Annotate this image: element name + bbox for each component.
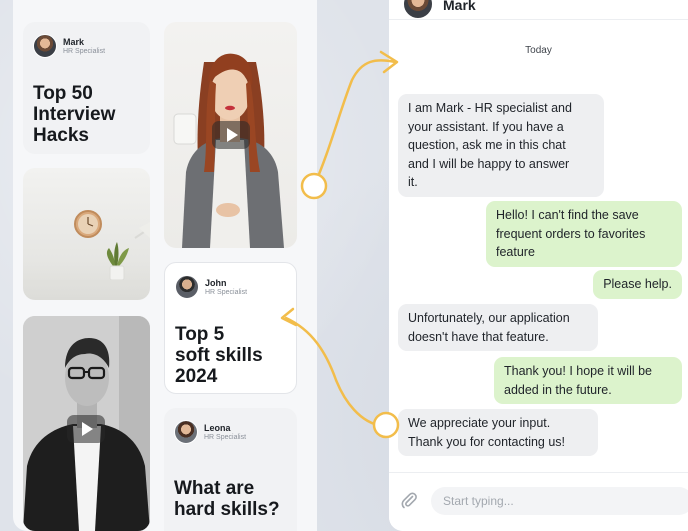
card-title-line: soft skills: [175, 345, 263, 366]
card-title-line: What are: [174, 478, 255, 499]
avatar: [175, 275, 199, 299]
card-title: What are hard skills?: [174, 478, 287, 520]
message-input[interactable]: [431, 487, 688, 515]
message-line: feature: [496, 245, 535, 259]
author-role: HR Specialist: [204, 433, 247, 441]
card-title-line: Top 5: [175, 324, 225, 345]
message-line: your assistant. If you have a: [408, 119, 564, 134]
card-title-line: Hacks: [33, 125, 89, 146]
play-icon[interactable]: [212, 121, 250, 149]
author-role: HR Specialist: [205, 288, 248, 296]
date-separator: Today: [389, 42, 688, 59]
message-line: Thank you! I hope it will be: [504, 364, 652, 378]
card-author: Leona HR Specialist: [174, 420, 287, 444]
article-card-mark[interactable]: Mark HR Specialist Top 50 Interview Hack…: [23, 22, 150, 154]
card-title: Top 50 Interview Hacks: [33, 83, 140, 146]
video-card-woman[interactable]: [164, 22, 297, 248]
content-feed: Mark HR Specialist Top 50 Interview Hack…: [13, 0, 317, 531]
card-author: John HR Specialist: [175, 275, 286, 299]
chat-contact-name: Mark: [443, 0, 476, 13]
photo-card-clock[interactable]: [23, 168, 150, 300]
paperclip-icon[interactable]: [399, 490, 419, 510]
card-title-line: Interview: [33, 104, 116, 125]
message-incoming: I am Mark - HR specialist and your assis…: [398, 94, 604, 197]
message-incoming: Unfortunately, our application doesn't h…: [398, 304, 598, 351]
card-title-line: 2024: [175, 366, 218, 387]
author-name: Leona: [204, 422, 231, 433]
author-role: HR Specialist: [63, 47, 106, 55]
video-card-man[interactable]: [23, 316, 150, 531]
message-composer: [389, 472, 688, 531]
author-name: John: [205, 277, 227, 288]
message-line: Unfortunately, our application: [408, 311, 570, 325]
message-line: question, ask me in this chat: [408, 138, 566, 152]
date-label: Today: [517, 42, 560, 59]
message-outgoing: Thank you! I hope it will be added in th…: [494, 357, 682, 404]
card-title-line: Top 50: [33, 83, 93, 104]
card-author: Mark HR Specialist: [33, 34, 140, 58]
message-outgoing: Please help.: [593, 270, 682, 299]
message-line: and I will be happy to answer: [408, 156, 570, 171]
author-name: Mark: [63, 36, 85, 47]
message-line: added in the future.: [504, 382, 612, 397]
connector-line-upper: [312, 59, 397, 188]
play-icon[interactable]: [67, 415, 105, 443]
message-line: Thank you for contacting us!: [408, 434, 566, 449]
message-line: Hello! I can't find the save: [496, 208, 639, 222]
article-card-john[interactable]: John HR Specialist Top 5 soft skills 202…: [164, 262, 297, 394]
chat-header: Mark: [389, 0, 688, 20]
message-line: We appreciate your input.: [408, 416, 551, 430]
chat-panel: Mark Today I am Mark - HR specialist and…: [389, 0, 688, 531]
avatar: [33, 34, 57, 58]
message-line: frequent orders to favorites: [496, 226, 646, 241]
article-card-leona[interactable]: Leona HR Specialist What are hard skills…: [164, 408, 297, 531]
card-title: Top 5 soft skills 2024: [175, 324, 286, 387]
message-outgoing: Hello! I can't find the save frequent or…: [486, 201, 682, 267]
message-line: doesn't have that feature.: [408, 329, 549, 344]
message-line: I am Mark - HR specialist and: [408, 101, 572, 115]
message-line: Please help.: [603, 277, 672, 291]
avatar: [403, 0, 433, 19]
message-incoming: We appreciate your input. Thank you for …: [398, 409, 598, 456]
card-title-line: hard skills?: [174, 499, 280, 520]
message-line: it.: [408, 175, 418, 189]
avatar: [174, 420, 198, 444]
clock-photo: [23, 210, 150, 283]
